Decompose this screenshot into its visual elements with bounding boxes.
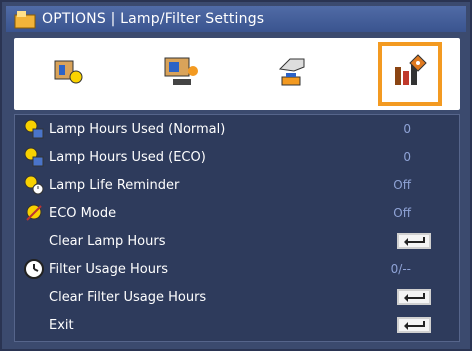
lamp-hours-icon <box>23 146 45 168</box>
blank-icon <box>23 230 45 252</box>
menu-label: Clear Filter Usage Hours <box>49 289 207 305</box>
folder-settings-icon <box>14 9 36 29</box>
osd-menu: OPTIONS | Lamp/Filter Settings Lamp Hour… <box>0 0 472 351</box>
menu-value: 0/-- <box>390 262 411 276</box>
menu-value: Off <box>393 206 411 220</box>
menu-label: Clear Lamp Hours <box>49 233 166 249</box>
enter-key-icon[interactable] <box>397 317 431 333</box>
blank-icon <box>23 314 45 336</box>
enter-key-icon[interactable] <box>397 233 431 249</box>
clock-icon <box>23 258 45 280</box>
menu-label: Lamp Life Reminder <box>49 177 180 193</box>
settings-panel: Lamp Hours Used (Normal) 0 Lamp Hours Us… <box>14 114 460 342</box>
menu-label: Exit <box>49 317 74 333</box>
menu-label: Filter Usage Hours <box>49 261 169 277</box>
blank-icon <box>23 286 45 308</box>
setup-hand-icon <box>274 55 310 93</box>
tab-options[interactable] <box>378 42 442 106</box>
menu-row-lamp-hours-eco[interactable]: Lamp Hours Used (ECO) 0 <box>15 143 461 171</box>
menu-value: 0 <box>403 150 411 164</box>
title-bar: OPTIONS | Lamp/Filter Settings <box>6 6 466 32</box>
menu-label: ECO Mode <box>49 205 117 221</box>
menu-row-clear-lamp-hours[interactable]: Clear Lamp Hours <box>15 227 461 255</box>
menu-row-lamp-hours-normal[interactable]: Lamp Hours Used (Normal) 0 <box>15 115 461 143</box>
menu-label: Lamp Hours Used (ECO) <box>49 149 206 165</box>
tab-display[interactable] <box>150 42 214 106</box>
menu-row-clear-filter-usage-hours[interactable]: Clear Filter Usage Hours <box>15 283 461 311</box>
eco-icon <box>23 202 45 224</box>
menu-label: Lamp Hours Used (Normal) <box>49 121 226 137</box>
tab-bar <box>14 38 460 110</box>
tab-image[interactable] <box>38 42 102 106</box>
display-settings-icon <box>163 55 201 93</box>
picture-sun-icon <box>53 55 87 93</box>
enter-key-icon[interactable] <box>397 289 431 305</box>
menu-row-filter-usage-hours[interactable]: Filter Usage Hours 0/-- <box>15 255 461 283</box>
menu-value: Off <box>393 178 411 192</box>
lamp-hours-icon <box>23 118 45 140</box>
menu-row-eco-mode[interactable]: ECO Mode Off <box>15 199 461 227</box>
page-title: OPTIONS | Lamp/Filter Settings <box>42 11 265 27</box>
options-bars-icon <box>391 53 429 95</box>
lamp-clock-icon <box>23 174 45 196</box>
menu-row-exit[interactable]: Exit <box>15 311 461 339</box>
menu-row-lamp-life-reminder[interactable]: Lamp Life Reminder Off <box>15 171 461 199</box>
tab-setup[interactable] <box>260 42 324 106</box>
menu-value: 0 <box>403 122 411 136</box>
